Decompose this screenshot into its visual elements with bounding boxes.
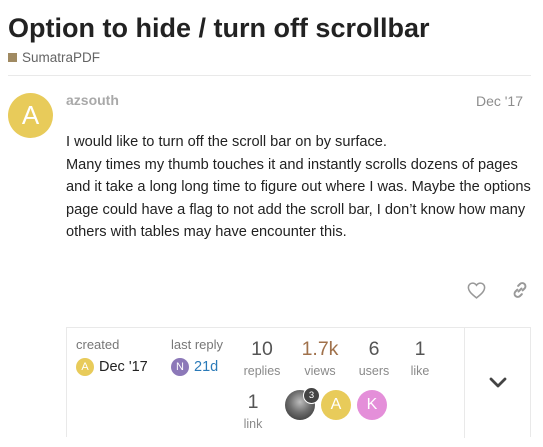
- likes-count: 1: [414, 338, 426, 360]
- category-badge[interactable]: SumatraPDF: [8, 50, 100, 65]
- created-info[interactable]: created A Dec '17: [76, 337, 148, 376]
- post-paragraph: Many times my thumb touches it and insta…: [66, 156, 531, 241]
- replies-stat: 10 replies: [232, 338, 292, 379]
- likes-stat: 1 like: [390, 338, 450, 379]
- participant-avatar[interactable]: 3: [285, 387, 320, 420]
- links-count: 1: [247, 391, 259, 413]
- topic-summary: created A Dec '17 last reply N 21d 10 re…: [66, 327, 531, 438]
- category-color-swatch: [8, 53, 17, 62]
- replies-count: 10: [251, 338, 273, 360]
- links-label: link: [243, 417, 263, 431]
- post-count-badge: 3: [303, 387, 320, 404]
- created-avatar: A: [76, 358, 94, 376]
- post-author-avatar[interactable]: A: [8, 93, 53, 138]
- last-reply-info[interactable]: last reply N 21d: [171, 337, 223, 376]
- post-author-username[interactable]: azsouth: [66, 92, 119, 108]
- post-date[interactable]: Dec '17: [476, 93, 523, 109]
- views-stat: 1.7k views: [290, 338, 350, 379]
- heart-icon: [467, 281, 485, 299]
- share-link-button[interactable]: [509, 279, 531, 301]
- summary-divider: [464, 328, 465, 438]
- post-actions: [465, 279, 531, 301]
- views-count: 1.7k: [301, 338, 339, 360]
- category-name: SumatraPDF: [22, 50, 101, 65]
- like-button[interactable]: [465, 279, 487, 301]
- last-reply-label: last reply: [171, 337, 224, 352]
- last-reply-date: 21d: [194, 359, 219, 375]
- created-date: Dec '17: [99, 359, 148, 375]
- views-label: views: [304, 364, 336, 378]
- last-reply-avatar: N: [171, 358, 189, 376]
- participant-avatar[interactable]: K: [357, 390, 387, 420]
- title-divider: [8, 75, 531, 76]
- replies-label: replies: [243, 364, 281, 378]
- participants-list: 3 A K: [285, 387, 387, 420]
- post-paragraph: I would like to turn off the scroll bar …: [66, 134, 387, 150]
- expand-summary-button[interactable]: [485, 374, 511, 392]
- likes-label: like: [410, 364, 430, 378]
- created-label: created: [76, 337, 120, 352]
- post-body: I would like to turn off the scroll bar …: [66, 131, 532, 244]
- link-icon: [513, 282, 527, 298]
- chevron-down-icon: [489, 377, 507, 388]
- topic-title[interactable]: Option to hide / turn off scrollbar: [8, 10, 429, 46]
- links-stat[interactable]: 1 link: [223, 391, 283, 432]
- participant-avatar[interactable]: A: [321, 390, 351, 420]
